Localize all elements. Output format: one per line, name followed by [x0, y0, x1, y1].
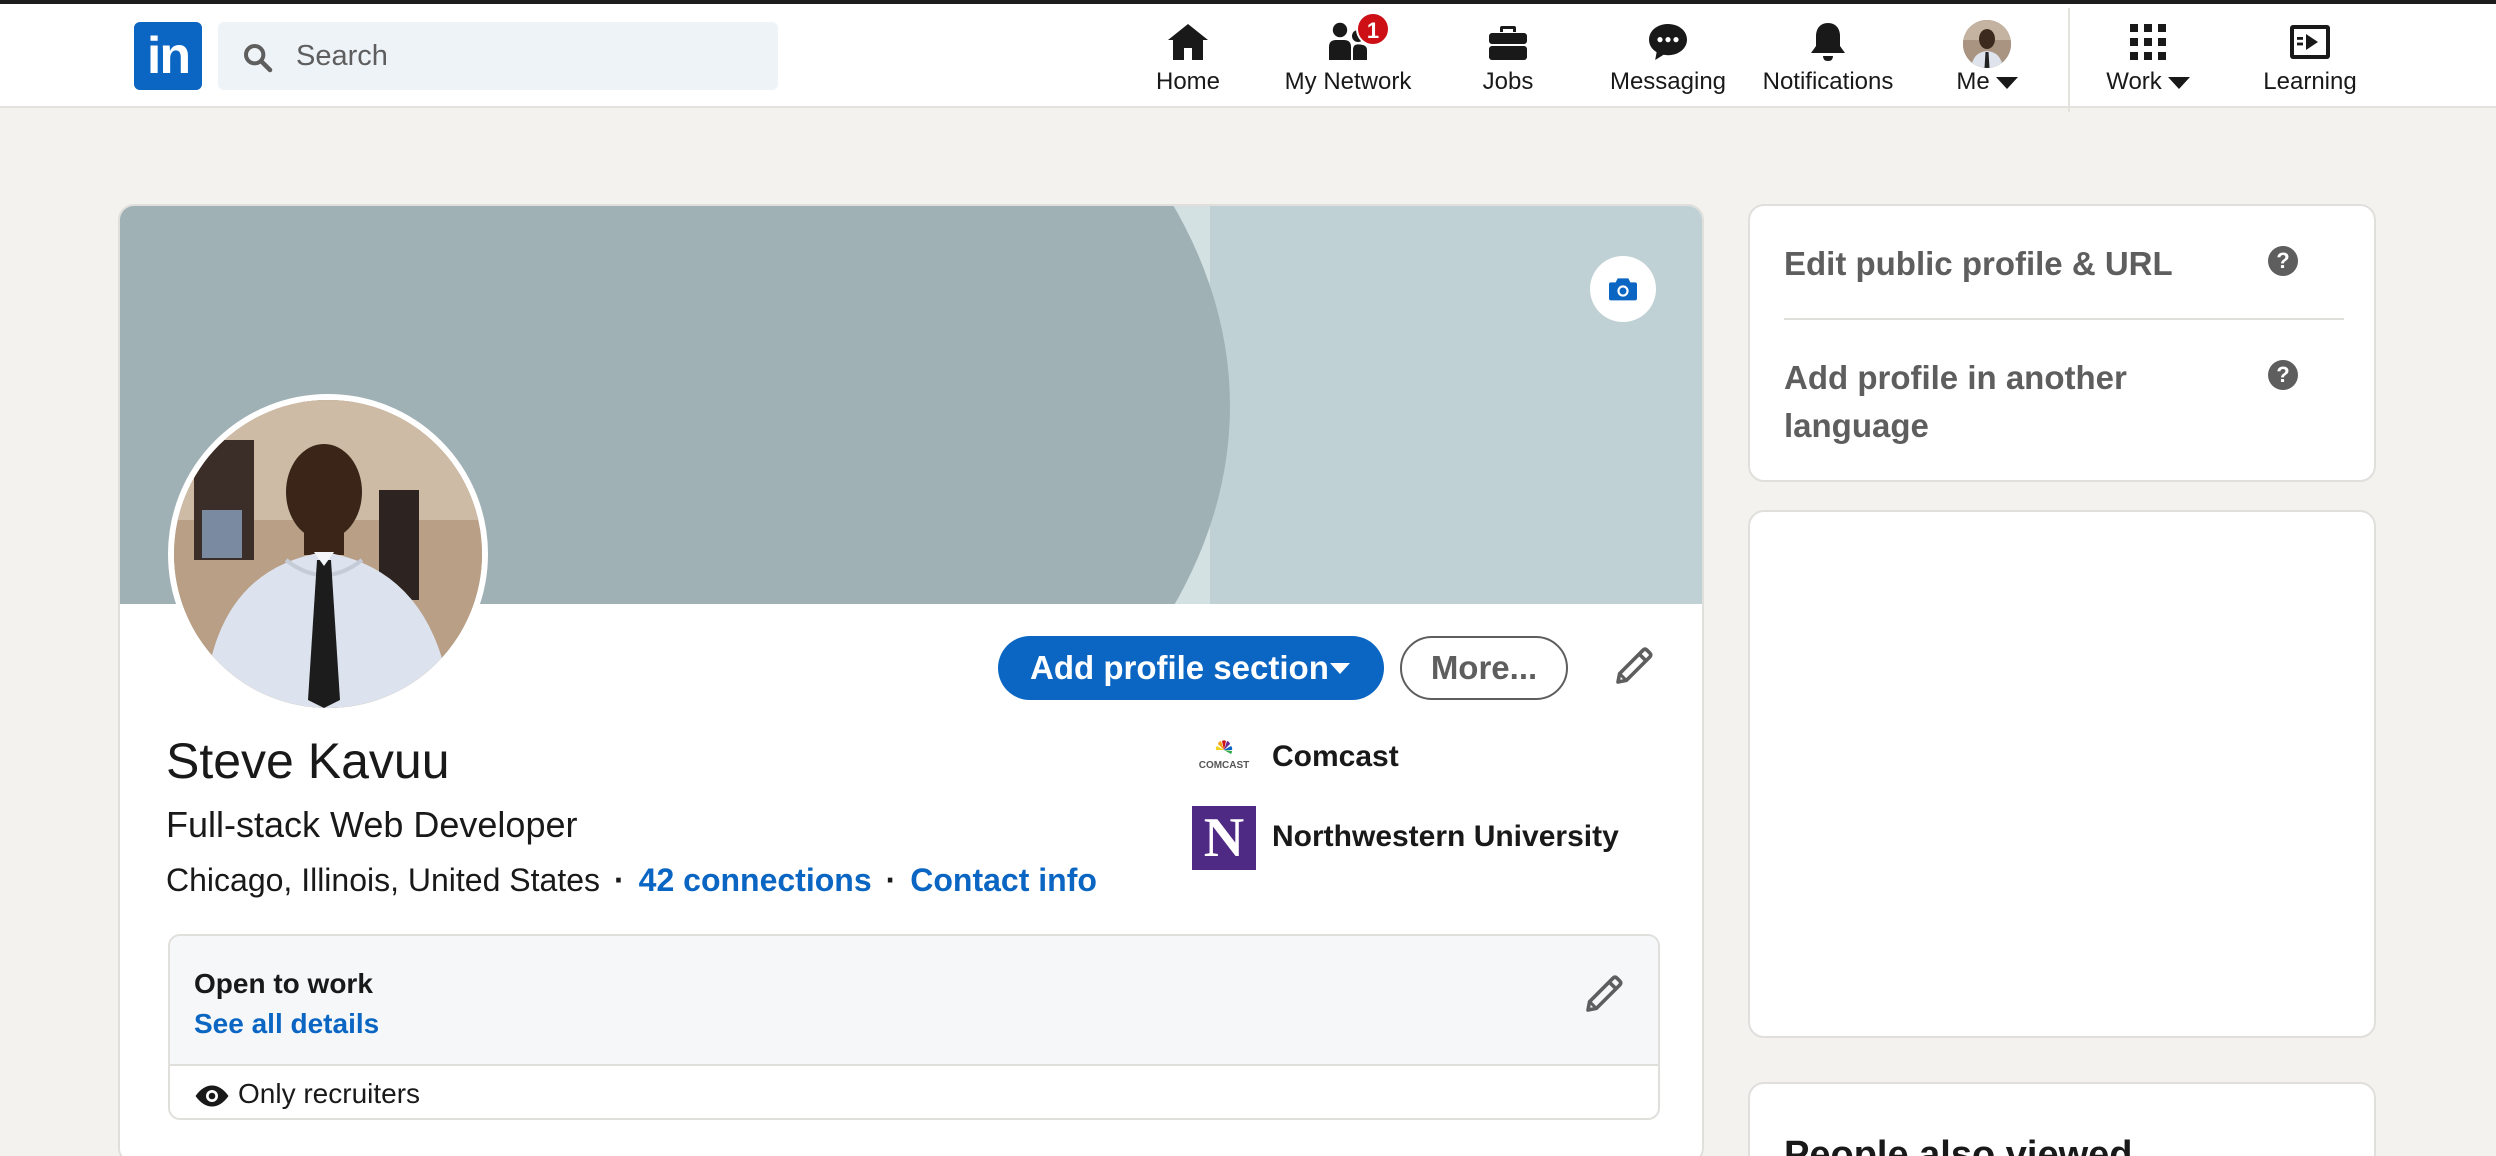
grid-icon	[2130, 24, 2166, 60]
visibility-text: Only recruiters	[238, 1078, 421, 1109]
edit-banner-button[interactable]	[1590, 256, 1656, 322]
help-icon[interactable]: ?	[2268, 360, 2298, 390]
nav-label-me: Me	[1940, 68, 2034, 96]
nav-label-home: Home	[1155, 68, 1221, 95]
visibility-line: Only recruiters	[194, 1078, 420, 1110]
learning-icon	[2290, 25, 2330, 59]
edit-public-profile-link[interactable]: Edit public profile & URL	[1784, 240, 2244, 288]
nav-label-work: Work	[2098, 68, 2198, 96]
profile-card: Add profile section More... Steve Kavuu …	[118, 204, 1704, 1156]
me-label-text: Me	[1956, 68, 1990, 95]
eye-icon	[195, 1085, 229, 1107]
open-to-work-card: Open to work See all details Only recrui…	[168, 934, 1660, 1120]
add-profile-section-button[interactable]: Add profile section	[998, 636, 1384, 700]
network-notification-badge: 1	[1356, 12, 1390, 46]
nav-item-me[interactable]: Me	[1940, 14, 2034, 104]
add-language-profile-link[interactable]: Add profile in another language	[1784, 354, 2244, 450]
camera-icon	[1609, 278, 1637, 301]
edit-open-to-work-pencil-icon[interactable]	[1580, 970, 1628, 1018]
nav-item-notifications[interactable]: Notifications	[1752, 14, 1904, 104]
nav-item-jobs[interactable]: Jobs	[1458, 14, 1558, 104]
open-to-work-header: Open to work See all details	[170, 936, 1658, 1066]
add-profile-section-label: Add profile section	[1030, 649, 1329, 686]
nav-item-learning[interactable]: Learning	[2250, 14, 2370, 104]
home-icon	[1168, 24, 1208, 60]
nav-divider	[2068, 8, 2070, 112]
work-label-text: Work	[2106, 68, 2162, 95]
nav-item-home[interactable]: Home	[1138, 14, 1238, 104]
company-name: Comcast	[1272, 740, 1399, 773]
profile-photo[interactable]	[168, 394, 488, 714]
ad-card	[1748, 510, 2376, 1038]
linkedin-logo[interactable]: in	[134, 22, 202, 90]
profile-location-line: Chicago, Illinois, United States · 42 conn…	[166, 862, 1097, 899]
edit-intro-pencil-icon[interactable]	[1610, 642, 1658, 690]
help-icon[interactable]: ?	[2268, 246, 2298, 276]
nav-item-my-network[interactable]: 1 My Network	[1278, 12, 1418, 104]
profile-location: Chicago, Illinois, United States	[166, 862, 600, 898]
nav-label-learning: Learning	[2263, 68, 2357, 95]
bell-icon	[1811, 23, 1845, 61]
separator-dot: ·	[885, 862, 897, 898]
contact-info-link[interactable]: Contact info	[910, 862, 1097, 898]
northwestern-logo: N	[1192, 806, 1256, 870]
nav-item-work[interactable]: Work	[2098, 14, 2198, 104]
me-chevron-down-icon	[1995, 76, 2018, 89]
people-also-viewed-card: People also viewed	[1748, 1082, 2376, 1156]
comcast-logo-text: COMCAST	[1199, 760, 1250, 771]
profile-headline: Full-stack Web Developer	[166, 804, 578, 845]
school-name: Northwestern University	[1272, 820, 1619, 853]
divider	[1784, 318, 2344, 320]
work-chevron-down-icon	[2167, 76, 2190, 89]
nav-label-messaging: Messaging	[1609, 68, 1727, 95]
comcast-logo: COMCAST	[1192, 726, 1256, 790]
see-all-details-link[interactable]: See all details	[194, 1008, 379, 1040]
messaging-icon	[1649, 24, 1687, 60]
global-nav: in Home 1 My Network Jobs	[0, 4, 2496, 112]
search-icon	[244, 44, 273, 73]
profile-settings-card: Edit public profile & URL ? Add profile …	[1748, 204, 2376, 482]
profile-photo-image	[174, 400, 482, 708]
profile-name: Steve Kavuu	[166, 733, 450, 789]
more-button[interactable]: More...	[1400, 636, 1568, 700]
nav-item-messaging[interactable]: Messaging	[1600, 14, 1736, 104]
people-also-viewed-title: People also viewed	[1784, 1134, 2133, 1156]
nav-label-my-network: My Network	[1284, 68, 1412, 95]
me-avatar-image	[1963, 20, 2011, 68]
separator-dot: ·	[614, 862, 625, 898]
nav-label-notifications: Notifications	[1762, 68, 1894, 95]
open-to-work-title: Open to work	[194, 968, 373, 999]
add-section-chevron-down-icon	[1330, 663, 1350, 674]
connections-link[interactable]: 42 connections	[639, 862, 872, 898]
nav-label-jobs: Jobs	[1482, 68, 1534, 95]
search-bar[interactable]	[218, 22, 778, 90]
briefcase-icon	[1489, 26, 1527, 60]
search-input[interactable]	[296, 22, 756, 90]
me-avatar	[1963, 20, 2011, 68]
